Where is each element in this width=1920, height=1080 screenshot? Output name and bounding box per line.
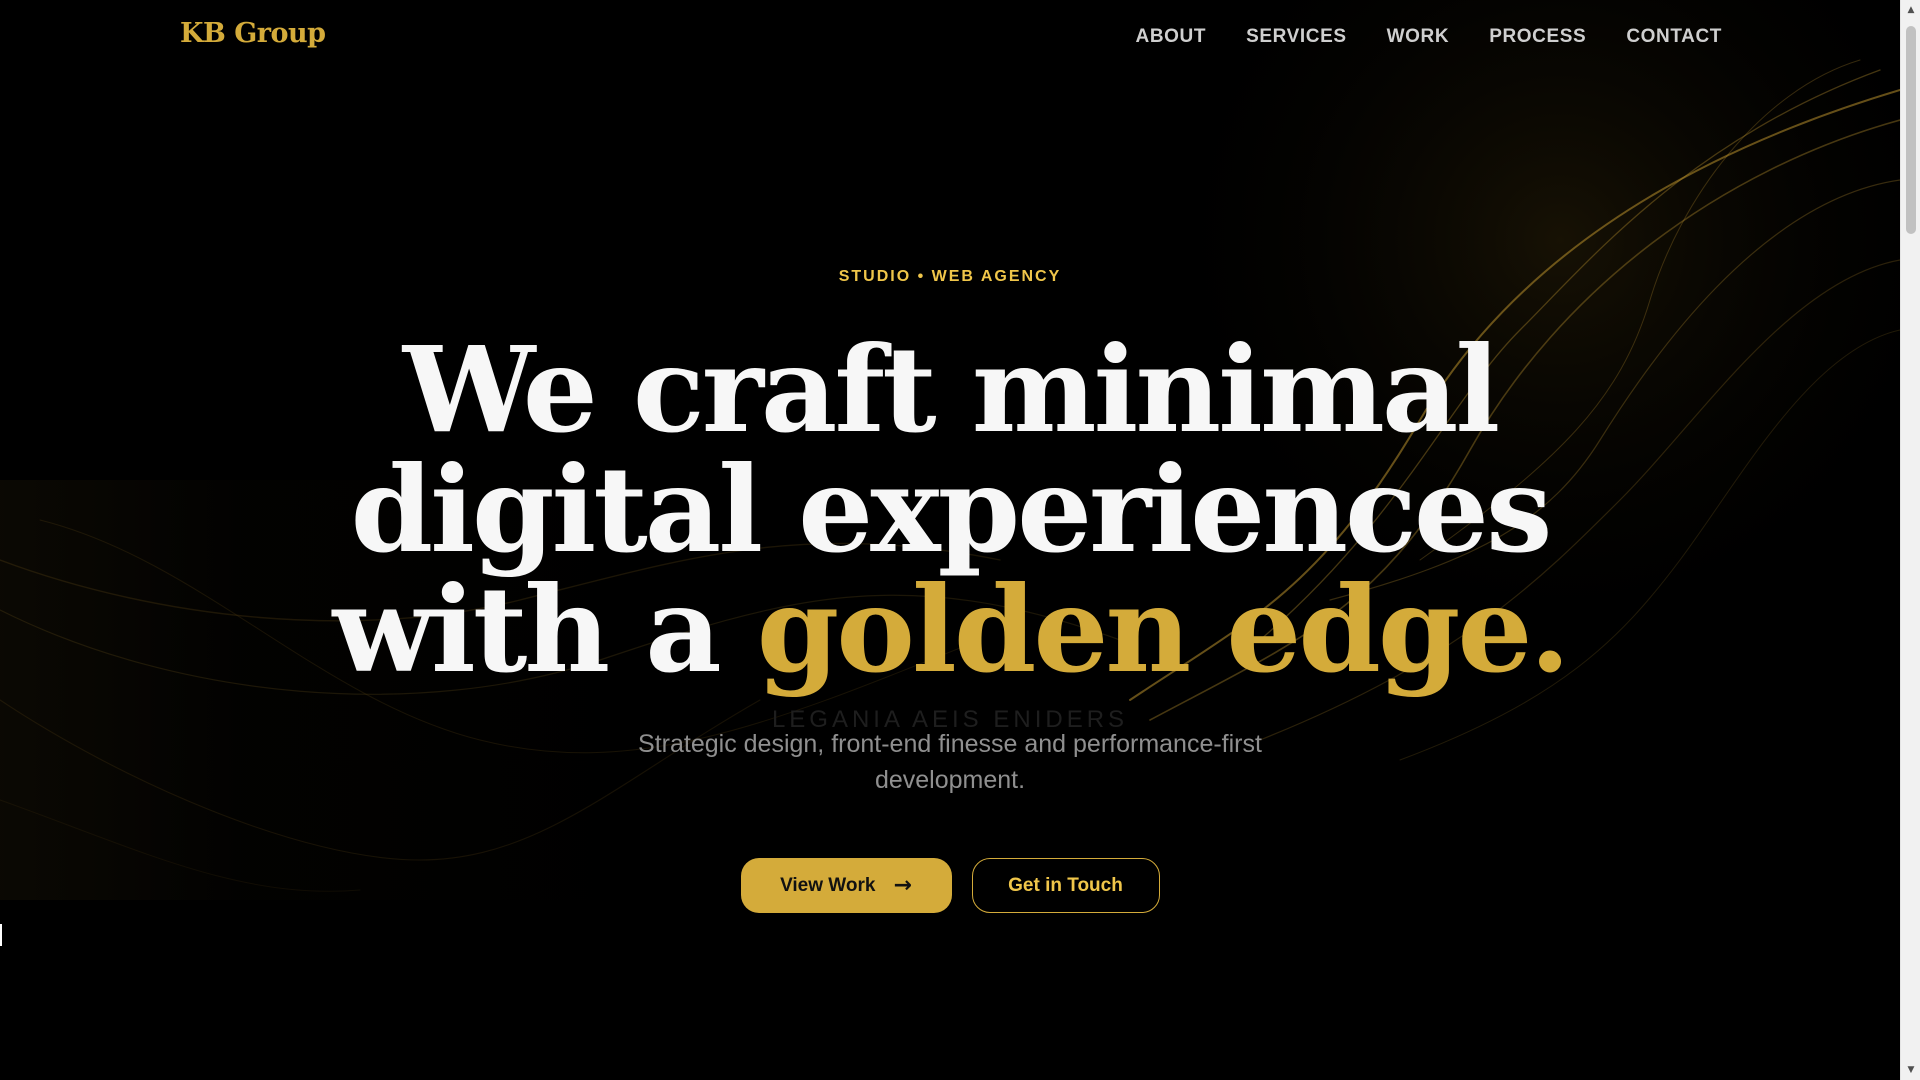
hero-subtext: Strategic design, front-end finesse and … xyxy=(638,730,1262,794)
hero-headline: We craft minimal digital experiences wit… xyxy=(0,330,1900,690)
scrollbar-thumb[interactable] xyxy=(1906,26,1916,234)
cta-row: View Work → Get in Touch xyxy=(0,858,1900,913)
view-work-button[interactable]: View Work → xyxy=(740,858,952,913)
page: KB Group ABOUT SERVICES WORK PROCESS CON… xyxy=(0,0,1920,1080)
headline-accent: golden edge. xyxy=(756,560,1571,699)
scroll-down-icon[interactable]: ▼ xyxy=(1901,1060,1920,1080)
hero-section: STUDIO • WEB AGENCY We craft minimal dig… xyxy=(0,0,1900,1080)
arrow-right-icon: → xyxy=(893,872,912,898)
scroll-up-icon[interactable]: ▲ xyxy=(1901,0,1920,20)
headline-line-3-prefix: with a xyxy=(332,560,721,699)
headline-line-2: digital experiences xyxy=(350,440,1553,579)
hero-eyebrow: STUDIO • WEB AGENCY xyxy=(838,268,1062,285)
view-work-label: View Work xyxy=(780,874,876,896)
page-scrollbar[interactable]: ▲ ▼ xyxy=(1900,0,1920,1080)
headline-line-3: with a golden edge. xyxy=(0,570,1900,690)
headline-line-1: We craft minimal xyxy=(402,320,1500,459)
text-cursor xyxy=(0,924,2,946)
get-in-touch-button[interactable]: Get in Touch xyxy=(971,858,1160,913)
